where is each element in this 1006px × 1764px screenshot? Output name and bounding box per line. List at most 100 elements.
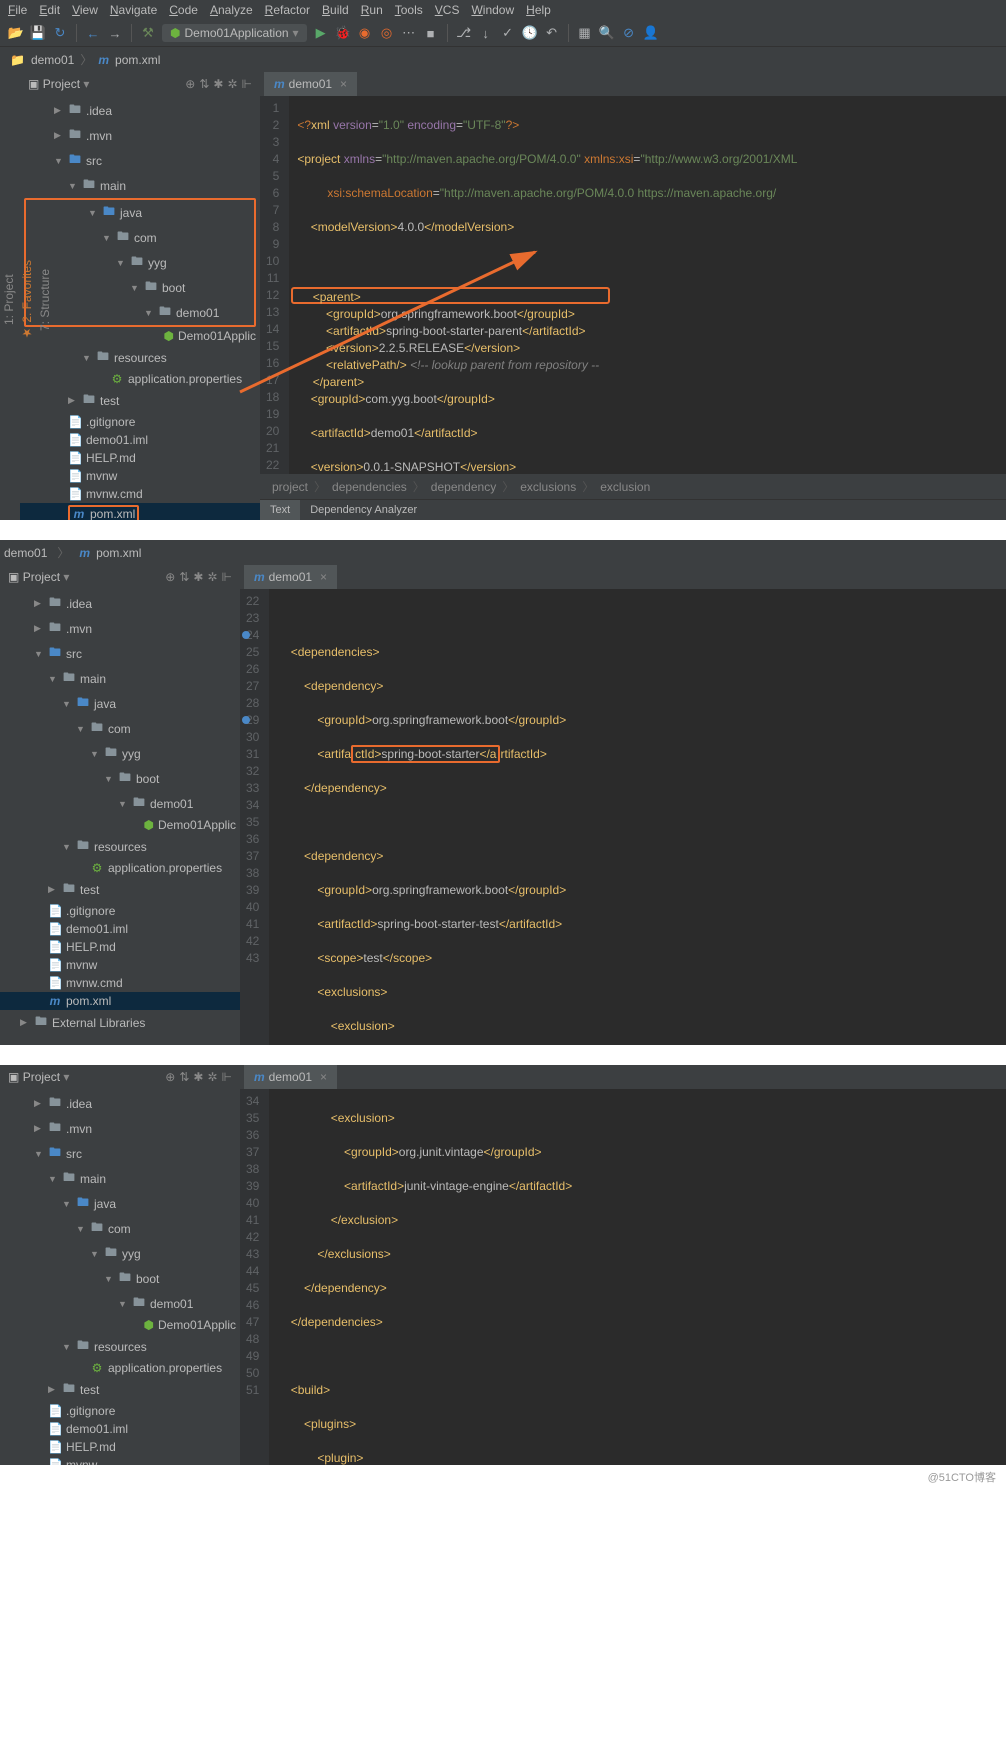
- tree-item-java[interactable]: ▼🖿java: [26, 200, 254, 225]
- expand-icon[interactable]: ▶: [54, 130, 64, 141]
- expand-icon[interactable]: ▼: [76, 724, 86, 734]
- menu-window[interactable]: Window: [471, 3, 514, 17]
- expand-icon[interactable]: ▼: [104, 774, 114, 784]
- close-icon[interactable]: ×: [340, 77, 347, 91]
- coverage-icon[interactable]: ◉: [357, 25, 373, 41]
- tree-item-yyg[interactable]: ▼🖿yyg: [0, 741, 240, 766]
- menu-vcs[interactable]: VCS: [435, 3, 460, 17]
- menu-navigate[interactable]: Navigate: [110, 3, 157, 17]
- crumb-dependency[interactable]: dependency: [431, 480, 496, 494]
- expand-icon[interactable]: ▼: [48, 1174, 58, 1184]
- tab-text[interactable]: Text: [260, 500, 300, 520]
- menu-edit[interactable]: Edit: [39, 3, 60, 17]
- expand-icon[interactable]: ▼: [116, 258, 126, 268]
- panel-tool-icon[interactable]: ⇅: [179, 1070, 189, 1084]
- tree-item-com[interactable]: ▼🖿com: [26, 225, 254, 250]
- panel-tool-icon[interactable]: ⊕: [185, 77, 195, 91]
- tree-item-pom-xml[interactable]: mpom.xml: [20, 503, 260, 520]
- forward-icon[interactable]: →: [107, 25, 123, 41]
- tree-item-application-properties[interactable]: ⚙application.properties: [0, 859, 240, 877]
- tree-item-demo01[interactable]: ▼🖿demo01: [26, 300, 254, 325]
- menu-run[interactable]: Run: [361, 3, 383, 17]
- tree-item-HELP-md[interactable]: 📄HELP.md: [20, 449, 260, 467]
- expand-icon[interactable]: ▼: [118, 799, 128, 809]
- menu-file[interactable]: File: [8, 3, 27, 17]
- tree-item-main[interactable]: ▼🖿main: [0, 1166, 240, 1191]
- panel-tool-icon[interactable]: ⊩: [222, 1070, 232, 1084]
- tree-item-yyg[interactable]: ▼🖿yyg: [26, 250, 254, 275]
- tree-item--mvn[interactable]: ▶🖿.mvn: [0, 616, 240, 641]
- expand-icon[interactable]: ▼: [62, 1342, 72, 1352]
- tree-item-External-Libraries[interactable]: ▶🖿External Libraries: [0, 1010, 240, 1035]
- crumb-exclusion[interactable]: exclusion: [600, 480, 650, 494]
- expand-icon[interactable]: ▼: [68, 181, 78, 191]
- editor-tab[interactable]: mdemo01×: [264, 72, 357, 96]
- tree-item-src[interactable]: ▼🖿src: [20, 148, 260, 173]
- expand-icon[interactable]: ▼: [48, 674, 58, 684]
- crumb-project[interactable]: project: [272, 480, 308, 494]
- tree-item-com[interactable]: ▼🖿com: [0, 1216, 240, 1241]
- vcs-icon[interactable]: ⎇: [456, 25, 472, 41]
- tree-item-boot[interactable]: ▼🖿boot: [0, 1266, 240, 1291]
- expand-icon[interactable]: ▼: [76, 1224, 86, 1234]
- code-content[interactable]: <exclusion> <groupId>org.junit.vintage</…: [269, 1089, 606, 1465]
- tree-item-demo01[interactable]: ▼🖿demo01: [0, 1291, 240, 1316]
- tree-item-mvnw[interactable]: 📄mvnw: [0, 956, 240, 974]
- crumb-exclusions[interactable]: exclusions: [520, 480, 576, 494]
- tree-item-mvnw-cmd[interactable]: 📄mvnw.cmd: [0, 974, 240, 992]
- menu-build[interactable]: Build: [322, 3, 349, 17]
- tree-item-HELP-md[interactable]: 📄HELP.md: [0, 938, 240, 956]
- panel-tool-icon[interactable]: ⊕: [165, 570, 175, 584]
- commit-icon[interactable]: ✓: [500, 25, 516, 41]
- tree-item-mvnw-cmd[interactable]: 📄mvnw.cmd: [20, 485, 260, 503]
- tree-item--gitignore[interactable]: 📄.gitignore: [20, 413, 260, 431]
- tree-item-Demo01Applic[interactable]: ⬢Demo01Applic: [0, 816, 240, 834]
- back-icon[interactable]: ←: [85, 25, 101, 41]
- code-content[interactable]: <?xml version="1.0" encoding="UTF-8"?> <…: [289, 96, 805, 474]
- tree-item-HELP-md[interactable]: 📄HELP.md: [0, 1438, 240, 1456]
- menu-refactor[interactable]: Refactor: [265, 3, 310, 17]
- sync-icon[interactable]: ↻: [52, 25, 68, 41]
- tree-item-pom-xml[interactable]: mpom.xml: [0, 992, 240, 1010]
- tree-item--idea[interactable]: ▶🖿.idea: [0, 1091, 240, 1116]
- tree-item-resources[interactable]: ▼🖿resources: [0, 1334, 240, 1359]
- avatar-icon[interactable]: 👤: [643, 25, 659, 41]
- expand-icon[interactable]: ▼: [118, 1299, 128, 1309]
- attach-icon[interactable]: ⋯: [401, 25, 417, 41]
- tree-item-mvnw[interactable]: 📄mvnw: [20, 467, 260, 485]
- expand-icon[interactable]: ▼: [90, 749, 100, 759]
- hammer-icon[interactable]: ⚒: [140, 25, 156, 41]
- run-config-combo[interactable]: ⬢Demo01Application▾: [162, 24, 307, 42]
- panel-tool-icon[interactable]: ✲: [207, 570, 217, 584]
- crumb-dependencies[interactable]: dependencies: [332, 480, 407, 494]
- project-tree[interactable]: ▶🖿.idea▶🖿.mvn▼🖿src▼🖿main▼🖿java▼🖿com▼🖿yyg…: [0, 589, 240, 1045]
- panel-tool-icon[interactable]: ⊩: [242, 77, 252, 91]
- expand-icon[interactable]: ▼: [54, 156, 64, 166]
- tree-item-src[interactable]: ▼🖿src: [0, 641, 240, 666]
- expand-icon[interactable]: ▼: [34, 1149, 44, 1159]
- search-icon[interactable]: 🔍: [599, 25, 615, 41]
- debug-icon[interactable]: 🐞: [335, 25, 351, 41]
- tab-favorites[interactable]: ★ 2: Favorites: [18, 80, 36, 520]
- expand-icon[interactable]: ▶: [54, 105, 64, 116]
- tree-item-main[interactable]: ▼🖿main: [20, 173, 260, 198]
- code-content[interactable]: <dependencies> <dependency> <groupId>org…: [269, 589, 580, 1045]
- panel-tool-icon[interactable]: ✲: [207, 1070, 217, 1084]
- tree-item-test[interactable]: ▶🖿test: [0, 877, 240, 902]
- tree-item-yyg[interactable]: ▼🖿yyg: [0, 1241, 240, 1266]
- tree-item-test[interactable]: ▶🖿test: [20, 388, 260, 413]
- panel-tool-icon[interactable]: ⊩: [222, 570, 232, 584]
- project-tree[interactable]: ▶🖿.idea▶🖿.mvn▼🖿src▼🖿main▼🖿java▼🖿com▼🖿yyg…: [20, 96, 260, 520]
- tree-item--mvn[interactable]: ▶🖿.mvn: [0, 1116, 240, 1141]
- panel-tool-icon[interactable]: ✱: [213, 77, 223, 91]
- expand-icon[interactable]: ▶: [34, 623, 44, 634]
- expand-icon[interactable]: ▶: [48, 1384, 58, 1395]
- breadcrumb-project[interactable]: demo01: [4, 546, 47, 560]
- panel-tool-icon[interactable]: ⇅: [179, 570, 189, 584]
- tree-item-resources[interactable]: ▼🖿resources: [0, 834, 240, 859]
- tree-item-demo01-iml[interactable]: 📄demo01.iml: [0, 1420, 240, 1438]
- update-icon[interactable]: ↓: [478, 25, 494, 41]
- expand-icon[interactable]: ▼: [62, 842, 72, 852]
- project-tree[interactable]: ▶🖿.idea▶🖿.mvn▼🖿src▼🖿main▼🖿java▼🖿com▼🖿yyg…: [0, 1089, 240, 1465]
- tree-item-main[interactable]: ▼🖿main: [0, 666, 240, 691]
